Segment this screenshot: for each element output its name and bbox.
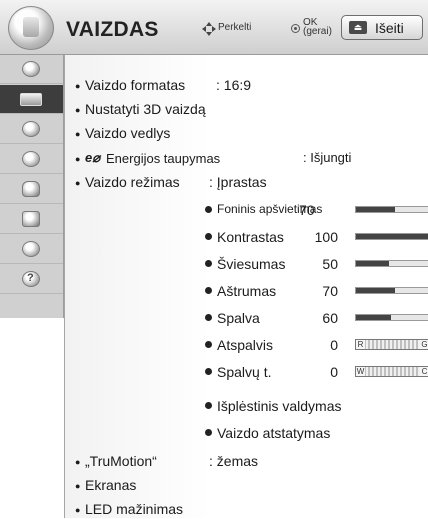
setting-slider-fill	[356, 315, 392, 320]
nav-item-usb[interactable]	[0, 205, 63, 234]
menu-item-led[interactable]: ● LED mažinimas	[75, 501, 415, 519]
setting-slider[interactable]	[355, 206, 428, 213]
picture-icon	[20, 93, 42, 106]
balance-setting-row[interactable]: Spalvų t. 0 W C	[205, 364, 428, 382]
mode-value: : Įprastas	[209, 174, 267, 190]
ok-hint-bottom: (gerai)	[303, 26, 332, 37]
setting-label: Spalvų t.	[217, 364, 272, 380]
setting-label: Spalva	[217, 310, 260, 326]
led-label: LED mažinimas	[85, 501, 184, 517]
picture-setting-row[interactable]: Šviesumas 50	[205, 256, 428, 274]
setting-value: 100	[314, 229, 338, 245]
picture-menu-panel: ● Vaizdo formatas : 16:9 ● Nustatyti 3D …	[64, 55, 428, 518]
nav-item-lock[interactable]	[0, 175, 63, 204]
setting-slider-fill	[356, 207, 395, 212]
truemotion-label: „TruMotion“	[85, 453, 157, 469]
balance-right-label: G	[420, 340, 428, 349]
nav-item-time[interactable]	[0, 145, 63, 174]
network-icon	[22, 241, 40, 257]
setting-slider[interactable]	[355, 287, 428, 294]
balance-slider[interactable]: RG	[355, 339, 428, 350]
picture-setting-row[interactable]: Spalva 60	[205, 310, 428, 328]
balance-slider[interactable]: WC	[355, 366, 428, 377]
speaker-icon	[22, 121, 40, 137]
move-arrows-icon	[202, 22, 216, 36]
picture-setting-row[interactable]: Foninis apšvietimas 70	[205, 202, 428, 220]
page-title: VAIZDAS	[66, 18, 159, 41]
satellite-icon	[22, 61, 40, 77]
balance-left-label: R	[356, 340, 365, 349]
setting-label: Atspalvis	[217, 337, 274, 353]
energy-value: : Išjungti	[303, 150, 352, 165]
setting-value: 60	[322, 310, 338, 326]
setting-slider[interactable]	[355, 233, 428, 240]
setting-value: 0	[330, 337, 338, 353]
menu-item-truemotion[interactable]: ● „TruMotion“ : žemas	[75, 453, 415, 471]
energy-saving-icon: e⌀	[85, 150, 101, 165]
truemotion-value: : žemas	[209, 453, 259, 469]
exit-key-icon: ⏏	[349, 21, 367, 34]
menu-item-reset[interactable]: Vaizdo atstatymas	[205, 425, 425, 443]
picture-menu-icon	[8, 6, 54, 50]
setting-value: 70	[322, 283, 338, 299]
exit-label: Išeiti	[375, 20, 404, 36]
setting-slider-fill	[356, 261, 389, 266]
menu-header: VAIZDAS Perkelti OK (gerai) ⏏ Išeiti	[0, 0, 428, 55]
nav-item-picture[interactable]	[0, 85, 63, 114]
clock-icon	[22, 151, 40, 167]
picture-setting-row[interactable]: Kontrastas 100	[205, 229, 428, 247]
lock-icon	[22, 181, 40, 197]
aspect-label: Vaizdo formatas	[85, 77, 186, 93]
setting-label: Kontrastas	[217, 229, 284, 245]
ok-icon	[291, 24, 300, 33]
menu-item-3d[interactable]: ● Nustatyti 3D vaizdą	[75, 101, 415, 119]
nav-item-help[interactable]	[0, 265, 63, 294]
mode-label: Vaizdo režimas	[85, 174, 180, 190]
nav-item-setup[interactable]	[0, 55, 63, 84]
picture-setting-row[interactable]: Aštrumas 70	[205, 283, 428, 301]
setting-value: 0	[330, 364, 338, 380]
setting-value: 70	[299, 202, 315, 218]
aspect-value: : 16:9	[216, 77, 252, 93]
menu-item-screen[interactable]: ● Ekranas	[75, 477, 415, 495]
energy-label: Energijos taupymas	[106, 151, 221, 166]
balance-left-label: W	[356, 367, 365, 376]
setting-slider[interactable]	[355, 260, 428, 267]
help-icon	[22, 271, 40, 287]
exit-button[interactable]: ⏏ Išeiti	[341, 15, 423, 40]
menu-item-mode[interactable]: ● Vaizdo režimas : Įprastas	[75, 174, 415, 192]
set-3d-label: Nustatyti 3D vaizdą	[85, 101, 206, 117]
screen-label: Ekranas	[85, 477, 137, 493]
balance-setting-row[interactable]: Atspalvis 0 R G	[205, 337, 428, 355]
setting-label: Šviesumas	[217, 256, 286, 272]
reset-label: Vaizdo atstatymas	[217, 425, 331, 441]
move-hint: Perkelti	[218, 22, 252, 33]
setting-value: 50	[322, 256, 338, 272]
setting-label: Aštrumas	[217, 283, 277, 299]
setting-slider[interactable]	[355, 314, 428, 321]
balance-right-label: C	[420, 367, 428, 376]
setting-slider-fill	[356, 234, 428, 239]
setting-slider-fill	[356, 288, 395, 293]
sidebar	[0, 55, 64, 318]
expert-label: Išplėstinis valdymas	[217, 398, 342, 414]
usb-icon	[22, 211, 40, 227]
menu-item-aspect[interactable]: ● Vaizdo formatas : 16:9	[75, 77, 415, 95]
nav-item-network[interactable]	[0, 235, 63, 264]
ok-hint: OK (gerai)	[303, 18, 332, 37]
menu-item-energy[interactable]: ● e⌀ Energijos taupymas : Išjungti	[75, 150, 415, 168]
menu-item-wizard[interactable]: ● Vaizdo vedlys	[75, 125, 415, 143]
wizard-label: Vaizdo vedlys	[85, 125, 171, 141]
menu-item-expert[interactable]: Išplėstinis valdymas	[205, 398, 425, 416]
nav-item-audio[interactable]	[0, 115, 63, 144]
